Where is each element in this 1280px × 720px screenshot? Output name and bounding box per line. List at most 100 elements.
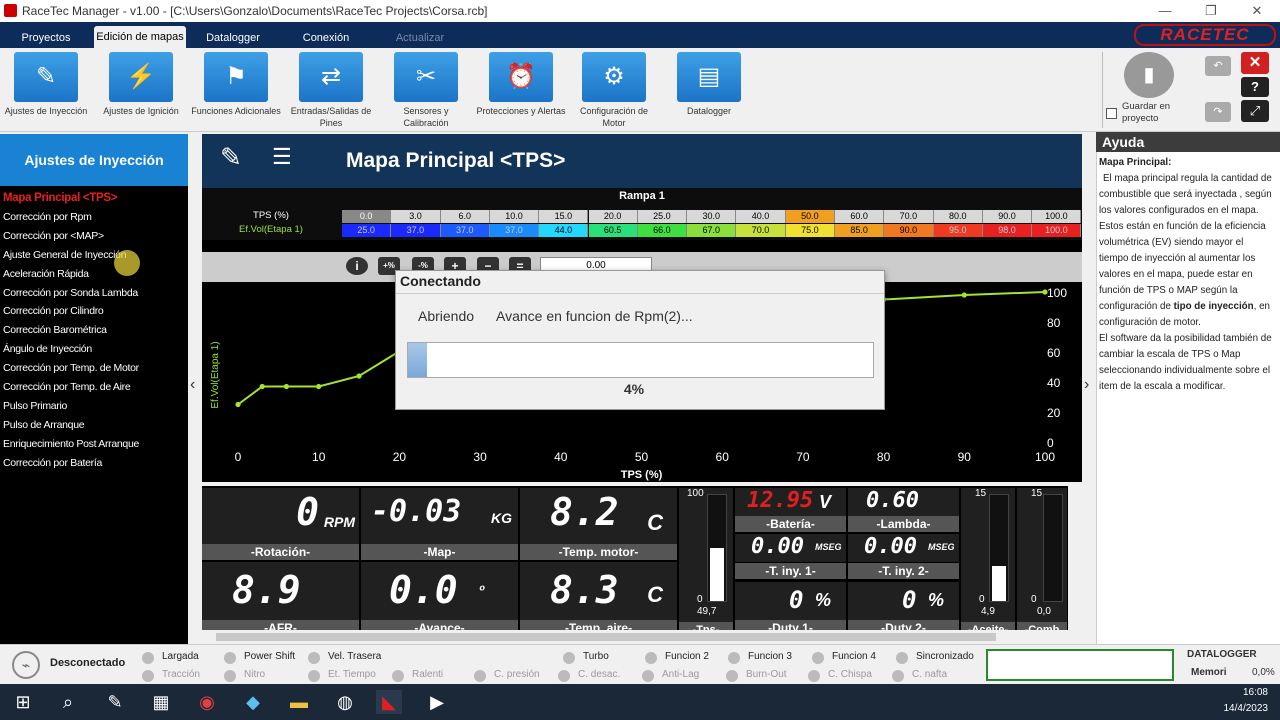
tps-cell[interactable]: 90.0 [982, 210, 1033, 223]
exit-icon[interactable]: ✕ [1241, 52, 1269, 74]
ev-cell[interactable]: 25.0 [342, 224, 392, 237]
tps-cell[interactable]: 6.0 [440, 210, 490, 223]
ev-cell[interactable]: 60.5 [588, 224, 638, 237]
save-project-checkbox[interactable] [1106, 108, 1117, 119]
ev-cell[interactable]: 75.0 [785, 224, 835, 237]
left-panel-item[interactable]: Pulso de Arranque [3, 419, 85, 431]
left-panel-item[interactable]: Aceleración Rápida [3, 268, 89, 280]
tps-cell[interactable]: 25.0 [637, 210, 688, 223]
ev-cell[interactable]: 37.0 [489, 224, 540, 237]
status-label: Funcion 4 [832, 651, 876, 662]
tps-cell[interactable]: 15.0 [539, 210, 589, 223]
left-panel-item[interactable]: Corrección por Batería [3, 457, 102, 469]
undo-icon[interactable]: ↶ [1205, 56, 1231, 76]
gauge-aceite: 15 0 4,9 -Aceite- [961, 488, 1015, 638]
gauges-hscrollbar[interactable] [202, 630, 1082, 644]
status-label: C. desac. [578, 669, 621, 680]
status-led [224, 670, 236, 682]
left-panel-item[interactable]: Corrección por Sonda Lambda [3, 287, 138, 299]
ev-cell[interactable]: 90.0 [884, 224, 934, 237]
ribbon-ajustes-inyeccion-button[interactable]: ✎ Ajustes de Inyección [0, 52, 92, 117]
list-icon[interactable]: ☰ [272, 146, 300, 174]
sd-card-icon[interactable]: ▮ [1124, 52, 1174, 98]
x-tick-label: 90 [958, 450, 972, 464]
collapse-right-icon[interactable]: › [1084, 376, 1089, 394]
tps-cell[interactable]: 3.0 [391, 210, 441, 223]
ribbon-ajustes-ignicion-button[interactable]: ⚡ Ajustes de Ignición [95, 52, 187, 117]
tps-cell[interactable]: 10.0 [489, 210, 540, 223]
ribbon-protecciones-button[interactable]: ⏰ Protecciones y Alertas [475, 52, 567, 117]
search-icon[interactable]: ⌕ [55, 690, 81, 714]
tps-cell[interactable]: 80.0 [933, 210, 983, 223]
status-led [642, 670, 654, 682]
file-explorer-icon[interactable]: ▬ [286, 690, 312, 714]
ribbon-sensores-button[interactable]: ✂ Sensores y Calibración [380, 52, 472, 129]
minimize-icon[interactable]: — [1142, 0, 1188, 22]
redo-icon[interactable]: ↷ [1205, 102, 1231, 122]
left-panel-item[interactable]: Corrección por Temp. de Motor [3, 362, 139, 374]
tps-cell[interactable]: 0.0 [342, 210, 392, 223]
tps-cell[interactable]: 60.0 [835, 210, 885, 223]
dialog-action: Abriendo [418, 308, 475, 324]
ev-cell[interactable]: 37.0 [391, 224, 441, 237]
left-panel-item[interactable]: Corrección por Rpm [3, 211, 92, 223]
fullscreen-icon[interactable]: ⤢ [1241, 100, 1269, 122]
tab-datalogger[interactable]: Datalogger [200, 28, 266, 48]
ribbon-funciones-adicionales-button[interactable]: ⚑ Funciones Adicionales [190, 52, 282, 117]
calculator-icon[interactable]: ▦ [148, 690, 174, 714]
tps-cell[interactable]: 30.0 [687, 210, 737, 223]
left-panel-item[interactable]: Pulso Primario [3, 400, 67, 412]
left-panel-item[interactable]: Enriquecimiento Post Arranque [3, 438, 139, 450]
ev-cell[interactable]: 44.0 [539, 224, 589, 237]
left-panel-item[interactable]: Ángulo de Inyección [3, 343, 92, 355]
windows-start-icon[interactable]: ⊞ [10, 690, 36, 714]
tab-conexion[interactable]: Conexión [296, 28, 356, 48]
status-led [558, 670, 570, 682]
tps-cell[interactable]: 20.0 [588, 210, 638, 223]
left-panel-item[interactable]: Mapa Principal <TPS> [3, 192, 117, 204]
ev-cell[interactable]: 37.0 [440, 224, 490, 237]
gauges-vscrollbar[interactable] [1068, 486, 1082, 632]
ribbon-configuracion-motor-button[interactable]: ⚙ Configuración de Motor [568, 52, 660, 129]
ribbon-entradas-salidas-button[interactable]: ⇄ Entradas/Salidas de Pines [285, 52, 377, 129]
ev-cell[interactable]: 70.0 [736, 224, 786, 237]
gauge-t-iny-2-label: -T. iny. 2- [848, 563, 959, 579]
ev-cell[interactable]: 67.0 [687, 224, 737, 237]
left-panel-item[interactable]: Corrección por <MAP> [3, 230, 104, 242]
status-led [726, 670, 738, 682]
connection-icon[interactable]: ⌁ [12, 651, 40, 679]
app-icon-3[interactable]: ◍ [332, 690, 358, 714]
tab-proyectos[interactable]: Proyectos [16, 28, 76, 48]
tps-cell[interactable]: 100.0 [1032, 210, 1082, 223]
maximize-icon[interactable]: ❐ [1188, 0, 1234, 22]
left-panel-item[interactable]: Corrección por Cilindro [3, 305, 104, 317]
tps-cell[interactable]: 50.0 [785, 210, 835, 223]
collapse-left-icon[interactable]: ‹ [190, 376, 195, 394]
help-icon[interactable]: ? [1241, 77, 1269, 97]
gauge-afr: 8.9 -AFR- [202, 562, 359, 636]
tps-cell[interactable]: 40.0 [736, 210, 786, 223]
tps-cell[interactable]: 70.0 [884, 210, 934, 223]
tab-actualizar[interactable]: Actualizar [390, 28, 450, 48]
ev-cell[interactable]: 85.0 [835, 224, 885, 237]
ev-cell[interactable]: 95.0 [933, 224, 983, 237]
media-player-icon[interactable]: ▶ [424, 690, 450, 714]
info-button[interactable]: i [346, 257, 368, 275]
close-icon[interactable]: ✕ [1234, 0, 1280, 22]
app-icon-1[interactable]: ✎ [102, 690, 128, 714]
ev-cell[interactable]: 66.0 [637, 224, 688, 237]
checkered-flag-icon: ⚑ [204, 52, 268, 102]
left-panel-item[interactable]: Ajuste General de Inyección [3, 249, 127, 261]
ev-cell[interactable]: 100.0 [1032, 224, 1082, 237]
ev-cell[interactable]: 98.0 [982, 224, 1033, 237]
spark-plug-icon: ⚡ [109, 52, 173, 102]
ribbon-datalogger-button[interactable]: ▤ Datalogger [663, 52, 755, 117]
chrome-icon[interactable]: ◉ [194, 690, 220, 714]
app-icon-2[interactable]: ◆ [240, 690, 266, 714]
left-panel-item[interactable]: Corrección por Temp. de Aire [3, 381, 131, 393]
data-point [356, 373, 362, 379]
racetec-taskbar-icon[interactable]: ◣ [376, 690, 402, 714]
data-point [235, 401, 241, 408]
tab-edicion-de-mapas[interactable]: Edición de mapas [94, 26, 186, 48]
left-panel-item[interactable]: Corrección Barométrica [3, 324, 107, 336]
